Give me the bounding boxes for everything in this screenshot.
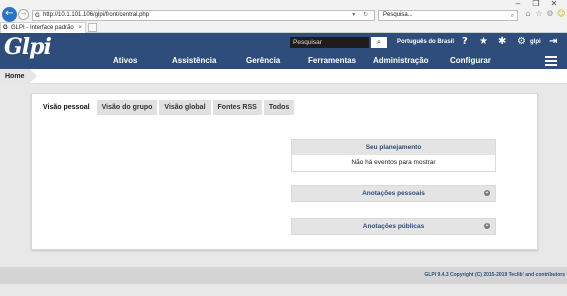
public-notes-header[interactable]: Anotações públicas + [292,219,495,234]
forward-button[interactable]: → [18,9,29,20]
site-favicon-icon: G [35,13,40,19]
gear-icon[interactable]: ⚙ [546,10,554,18]
public-notes-title: Anotações públicas [362,223,425,230]
personal-notes-title: Anotações pessoais [362,190,425,197]
minimize-button[interactable]: – [509,0,527,9]
browser-toolbar-icons: ⌂ ☆ ⚙ ☺ [524,10,565,18]
browser-search-input[interactable]: Pesquisa... ⌕ [378,10,518,21]
copyright-link[interactable]: GLPI 9.4.3 Copyright (C) 2015-2019 Tecli… [424,272,565,278]
view-tabs: Visão pessoal Visão do grupo Visão globa… [38,100,295,115]
hamburger-menu-icon[interactable] [545,56,557,66]
address-bar[interactable]: G http://10.1.101.106/glpi/front/central… [32,10,375,21]
new-tab-button[interactable] [88,23,97,32]
address-url: http://10.1.101.106/glpi/front/central.p… [43,12,150,18]
browser-search-placeholder: Pesquisa... [383,12,413,18]
language-selector[interactable]: Português do Brasil [397,39,454,45]
user-name[interactable]: glpi [530,39,541,45]
add-public-note-icon[interactable]: + [484,223,490,229]
browser-tab[interactable]: G GLPI - Interface padrão × [0,22,86,33]
help-icon[interactable]: ? [462,36,468,48]
tab-visao-global[interactable]: Visão global [159,100,211,115]
breadcrumb-home[interactable]: Home [0,69,39,84]
personal-notes-header[interactable]: Anotações pessoais + [292,186,495,201]
public-notes-box: Anotações públicas + [291,218,496,235]
close-tab-icon[interactable]: × [78,23,82,33]
personal-notes-box: Anotações pessoais + [291,185,496,202]
main-menu: Ativos Assistência Gerência Ferramentas … [0,53,567,69]
add-personal-note-icon[interactable]: + [484,190,490,196]
tab-visao-pessoal[interactable]: Visão pessoal [38,100,95,115]
menu-ferramentas[interactable]: Ferramentas [308,56,356,65]
app-header: Glpi Pesquisar ⌕ Português do Brasil ? ★… [0,33,567,69]
search-button[interactable]: ⌕ [371,37,387,48]
tab-todos[interactable]: Todos [263,100,295,115]
menu-assistencia[interactable]: Assistência [172,56,216,65]
tab-visao-do-grupo[interactable]: Visão do grupo [96,100,158,115]
central-panel: Visão pessoal Visão do grupo Visão globa… [31,93,538,250]
breadcrumb: Home [0,69,567,84]
close-window-button[interactable]: ✕ [545,0,563,9]
planning-box: Seu planejamento Não há eventos para mos… [291,139,496,172]
planning-title[interactable]: Seu planejamento [292,140,495,155]
refresh-icon[interactable]: ▾ ↻ [352,11,371,20]
tab-title: GLPI - Interface padrão [11,25,74,31]
favorite-star-icon[interactable]: ★ [479,36,488,48]
tab-favicon-icon: G [3,25,8,31]
menu-ativos[interactable]: Ativos [113,56,137,65]
star-icon[interactable]: ☆ [535,10,543,18]
back-button[interactable]: ← [2,7,17,22]
menu-gerencia[interactable]: Gerência [246,56,280,65]
tab-fontes-rss[interactable]: Fontes RSS [212,100,262,115]
browser-chrome: – ❐ ✕ ← → G http://10.1.101.106/glpi/fro… [0,0,567,33]
home-icon[interactable]: ⌂ [524,10,532,18]
page-footer: GLPI 9.4.3 Copyright (C) 2015-2019 Tecli… [0,267,567,284]
logout-icon[interactable]: ⇥ [549,36,557,48]
preferences-gear-icon[interactable]: ⚙ [517,36,526,48]
bug-icon[interactable]: ✱ [498,36,506,48]
restore-button[interactable]: ❐ [527,0,545,9]
global-search-input[interactable]: Pesquisar [290,37,369,48]
menu-administracao[interactable]: Administração [373,56,429,65]
planning-empty-message: Não há eventos para mostrar [351,159,436,166]
search-icon[interactable]: ⌕ [511,11,514,20]
window-controls: – ❐ ✕ [509,0,563,9]
smiley-icon[interactable]: ☺ [557,10,565,18]
menu-configurar[interactable]: Configurar [450,56,491,65]
